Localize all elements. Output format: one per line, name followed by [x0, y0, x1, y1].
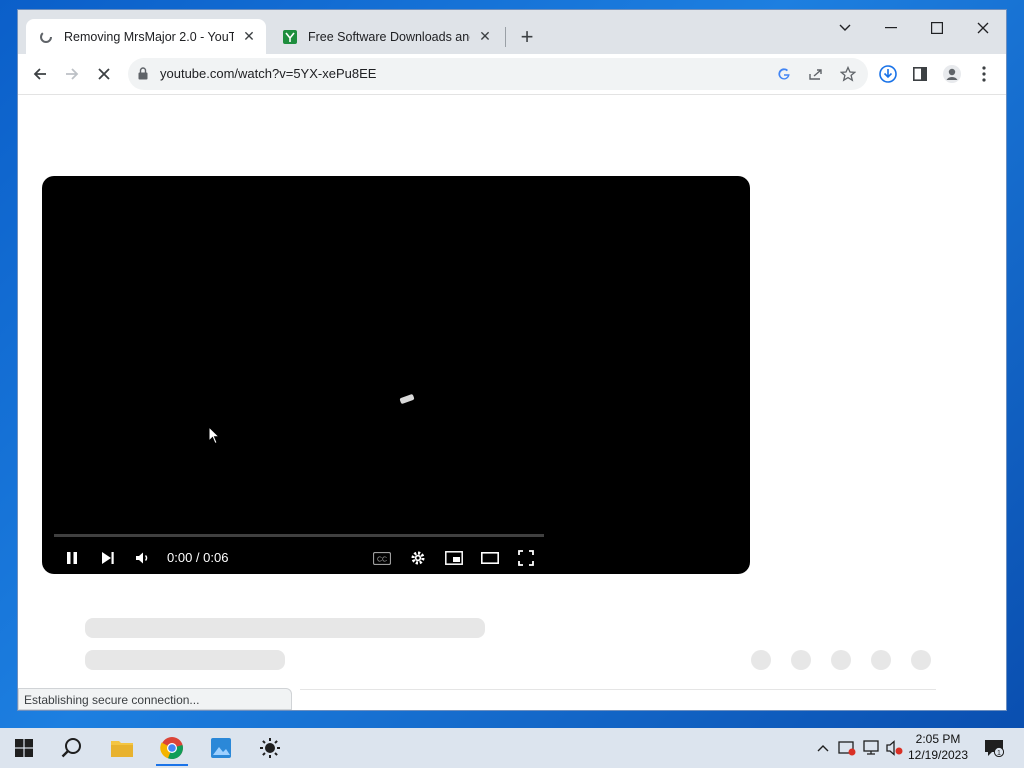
tab-divider — [505, 27, 506, 47]
tab-title: Removing MrsMajor 2.0 - YouTube — [64, 29, 234, 44]
download-icon[interactable] — [874, 60, 902, 88]
url-text[interactable]: youtube.com/watch?v=5YX-xePu8EE — [160, 66, 376, 81]
action-skeleton — [751, 650, 771, 670]
notification-center-icon[interactable]: 1 — [982, 738, 1006, 758]
clock[interactable]: 2:05 PM 12/19/2023 — [906, 731, 970, 763]
action-skeleton — [791, 650, 811, 670]
tray-chevron-up-icon[interactable] — [813, 738, 833, 758]
maximize-button[interactable] — [914, 14, 960, 42]
security-alert-icon[interactable] — [837, 738, 857, 758]
title-skeleton — [85, 618, 485, 638]
subtitles-icon[interactable]: CC — [370, 546, 394, 570]
miniplayer-icon[interactable] — [442, 546, 466, 570]
video-progress-bar[interactable] — [54, 534, 544, 537]
bookmark-star-icon[interactable] — [838, 64, 858, 84]
tab-title: Free Software Downloads and Re — [308, 29, 470, 44]
profile-avatar-icon[interactable] — [938, 60, 966, 88]
action-skeleton — [831, 650, 851, 670]
file-explorer-icon[interactable] — [102, 732, 142, 764]
browser-toolbar: youtube.com/watch?v=5YX-xePu8EE — [18, 54, 1006, 95]
address-bar[interactable]: youtube.com/watch?v=5YX-xePu8EE — [128, 58, 868, 90]
start-windows-icon[interactable] — [4, 732, 44, 764]
tab-close-icon[interactable]: ✕ — [476, 28, 494, 46]
clock-time: 2:05 PM — [915, 732, 961, 746]
tab-youtube[interactable]: Removing MrsMajor 2.0 - YouTube ✕ — [26, 19, 266, 54]
fullscreen-icon[interactable] — [514, 546, 538, 570]
tab-search-icon[interactable] — [822, 14, 868, 42]
next-video-icon[interactable] — [96, 546, 120, 570]
volume-icon[interactable] — [131, 546, 155, 570]
loading-spinner-icon — [38, 29, 54, 45]
menu-kebab-icon[interactable] — [970, 60, 998, 88]
network-icon[interactable] — [861, 738, 881, 758]
video-controls: 0:00 / 0:06 CC — [42, 542, 750, 572]
taskbar: 2:05 PM 12/19/2023 1 — [0, 728, 1024, 768]
google-lens-icon[interactable] — [774, 64, 794, 84]
share-icon[interactable] — [806, 64, 826, 84]
status-bubble: Establishing secure connection... — [18, 688, 292, 710]
svg-text:CC: CC — [377, 556, 387, 563]
stop-loading-icon[interactable] — [90, 60, 118, 88]
tab-softonic[interactable]: Free Software Downloads and Re ✕ — [270, 19, 502, 54]
page-content: 0:00 / 0:06 CC Establishing secure conne… — [18, 96, 1006, 710]
search-icon[interactable] — [52, 732, 92, 764]
channel-skeleton — [85, 650, 285, 670]
photos-app-icon[interactable] — [201, 732, 241, 764]
tab-strip: Removing MrsMajor 2.0 - YouTube ✕ Free S… — [18, 10, 1006, 54]
clock-date: 12/19/2023 — [907, 748, 969, 762]
chrome-icon[interactable] — [152, 732, 192, 766]
mouse-cursor-icon — [208, 425, 221, 450]
tab-close-icon[interactable]: ✕ — [240, 28, 258, 46]
new-tab-button[interactable]: + — [514, 24, 540, 50]
back-arrow-icon[interactable] — [26, 60, 54, 88]
brightness-sun-icon[interactable] — [250, 732, 290, 764]
minimize-button[interactable] — [868, 14, 914, 42]
settings-gear-icon[interactable] — [406, 546, 430, 570]
divider — [300, 689, 936, 690]
action-skeleton — [911, 650, 931, 670]
volume-muted-icon[interactable] — [885, 738, 905, 758]
forward-arrow-icon[interactable] — [58, 60, 86, 88]
lock-icon[interactable] — [138, 67, 148, 85]
video-player[interactable]: 0:00 / 0:06 CC — [42, 176, 750, 574]
action-skeleton — [871, 650, 891, 670]
video-time: 0:00 / 0:06 — [167, 550, 229, 565]
video-loading-spinner — [399, 393, 415, 405]
notification-count: 1 — [997, 750, 1001, 757]
pause-icon[interactable] — [60, 546, 84, 570]
close-window-button[interactable] — [960, 14, 1006, 42]
browser-window: Removing MrsMajor 2.0 - YouTube ✕ Free S… — [18, 10, 1006, 710]
softonic-icon — [282, 29, 298, 45]
side-panel-icon[interactable] — [906, 60, 934, 88]
theater-mode-icon[interactable] — [478, 546, 502, 570]
